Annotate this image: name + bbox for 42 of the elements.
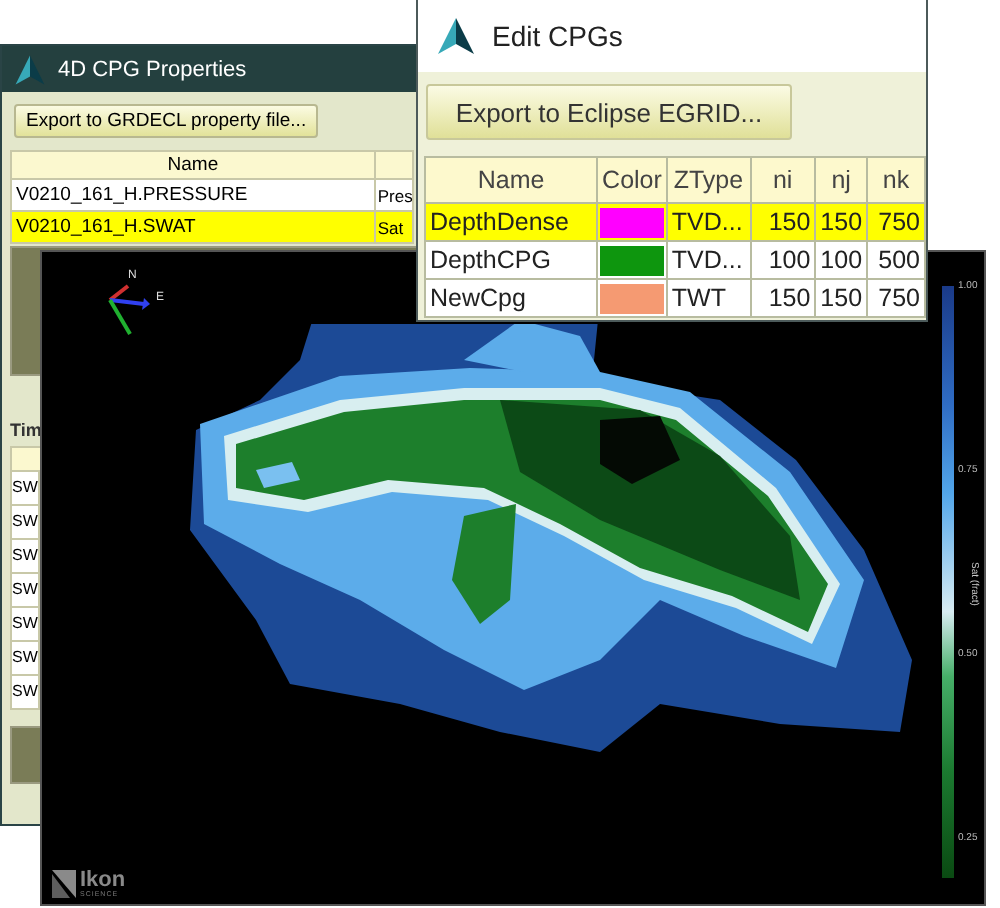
field-label: Tim (10, 420, 42, 440)
table-cell[interactable]: 500 (867, 241, 925, 279)
column-header: ni (750, 157, 816, 203)
table-header (10, 446, 42, 472)
logo-icon (52, 870, 76, 898)
app-logo-icon (436, 16, 476, 56)
table-cell[interactable]: 150 (815, 203, 868, 241)
table-cell[interactable]: 150 (815, 279, 868, 317)
app-logo-icon (14, 53, 46, 85)
table-cell[interactable]: SW (10, 540, 40, 574)
window-title: Edit CPGs (492, 20, 623, 52)
table-cell[interactable]: 750 (867, 279, 925, 317)
table-cell[interactable]: 750 (867, 203, 925, 241)
window-title: 4D CPG Properties (58, 57, 247, 81)
column-header: ZType (666, 157, 751, 203)
table-cell[interactable]: NewCpg (425, 279, 598, 317)
table-cell[interactable]: 150 (750, 203, 816, 241)
column-header: nk (867, 157, 925, 203)
table-cell[interactable]: TVD... (666, 241, 751, 279)
table-cell[interactable]: DepthCPG (425, 241, 598, 279)
table-cell[interactable]: SW (10, 472, 40, 506)
table-cell[interactable]: SW (10, 642, 40, 676)
column-header: Name (11, 151, 375, 179)
table-cell[interactable]: TWT (666, 279, 751, 317)
table-cell[interactable]: SW (10, 608, 40, 642)
table-cell[interactable]: SW (10, 676, 40, 710)
table-cell[interactable]: 150 (750, 279, 816, 317)
column-header: nj (815, 157, 868, 203)
table-cell[interactable]: V0210_161_H.SWAT (11, 211, 375, 243)
table-cell[interactable]: SW (10, 574, 40, 608)
table-cell[interactable]: V0210_161_H.PRESSURE (11, 179, 375, 211)
logo-text: Ikon (80, 870, 126, 890)
table-cell[interactable]: SW (10, 506, 40, 540)
column-header: Name (425, 157, 598, 203)
column-header: Color (597, 157, 667, 203)
export-button[interactable]: Export to GRDECL property file... (14, 104, 319, 138)
table-cell[interactable]: 100 (750, 241, 816, 279)
axis-triad-icon (106, 284, 150, 336)
export-button[interactable]: Export to Eclipse EGRID... (426, 84, 792, 140)
table-cell[interactable]: TVD... (666, 203, 751, 241)
table-cell[interactable]: 100 (815, 241, 868, 279)
table-cell[interactable]: DepthDense (425, 203, 598, 241)
